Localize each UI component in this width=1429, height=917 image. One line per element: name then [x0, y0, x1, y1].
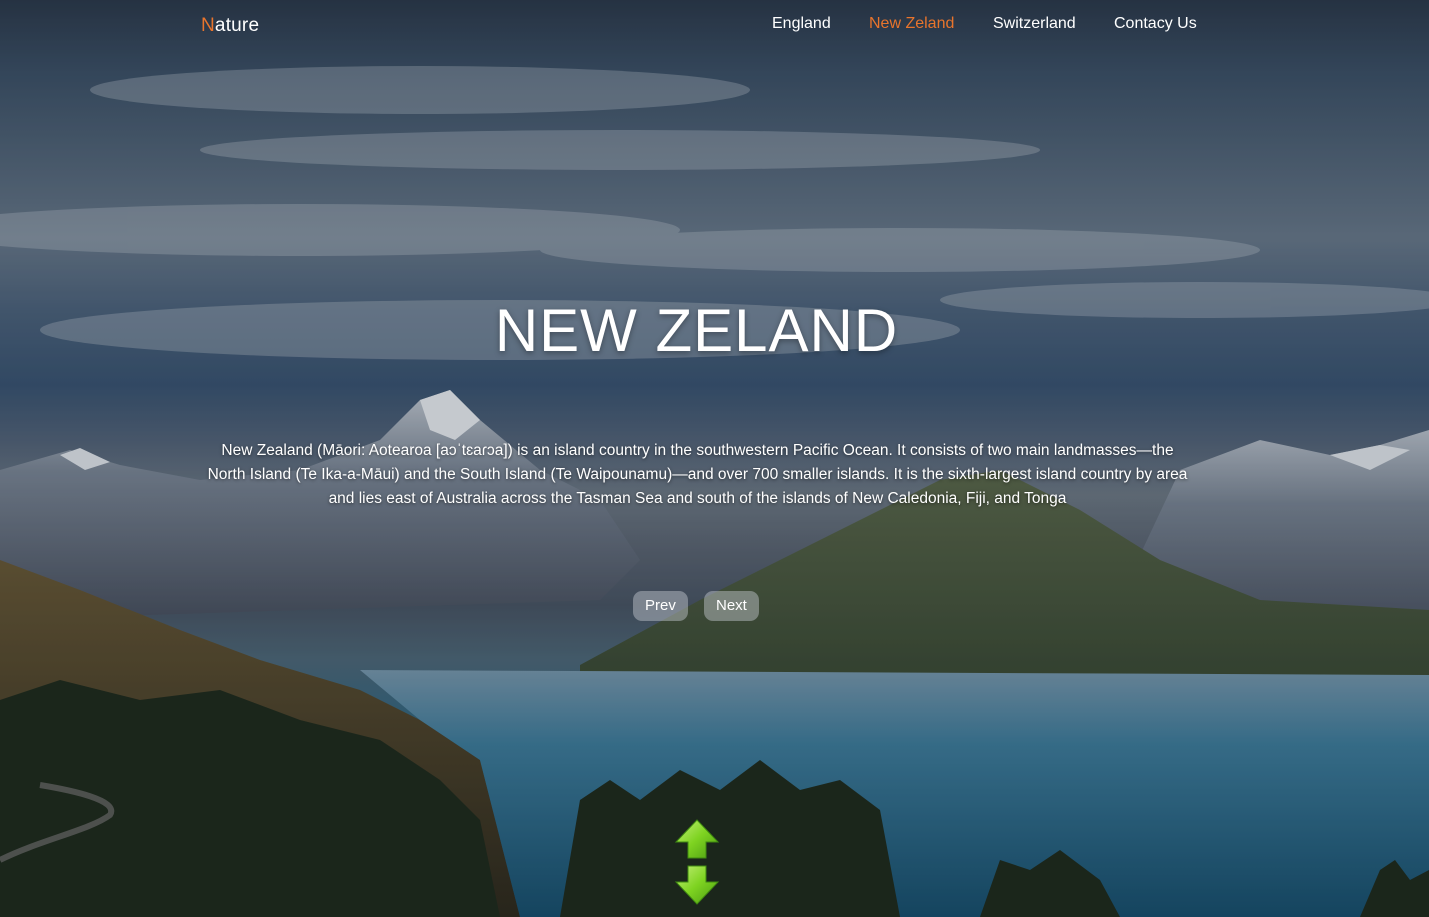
nav-item-england[interactable]: England [772, 15, 831, 33]
up-down-arrows-icon[interactable] [674, 818, 720, 906]
main-nav: England New Zeland Switzerland Contacy U… [0, 15, 1429, 39]
page-title: NEW ZELAND [494, 297, 899, 364]
nav-item-switzerland[interactable]: Switzerland [993, 15, 1076, 33]
prev-button[interactable]: Prev [633, 591, 688, 621]
next-button[interactable]: Next [704, 591, 759, 621]
nav-item-contact-us[interactable]: Contacy Us [1114, 15, 1197, 33]
nav-item-new-zeland[interactable]: New Zeland [869, 15, 954, 33]
page-description: New Zealand (Māori: Aotearoa [aɔˈtɛaɾɔa]… [207, 442, 1188, 507]
